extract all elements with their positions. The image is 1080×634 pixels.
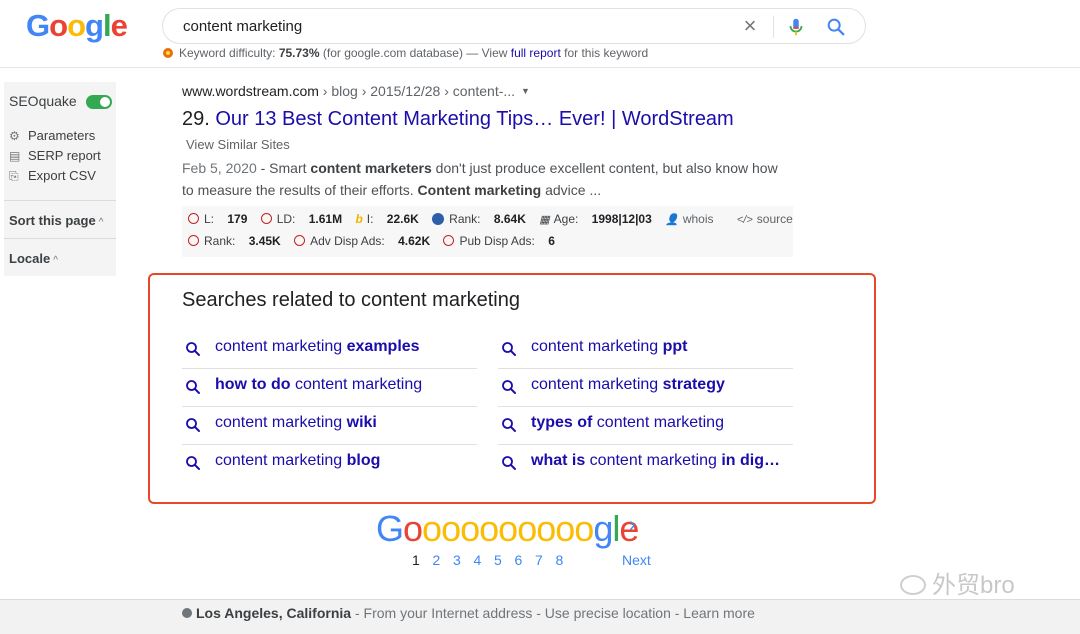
search-divider	[773, 16, 774, 38]
bing-icon: b	[355, 212, 363, 226]
chevron-up-icon: ^	[98, 217, 104, 228]
pagination-logo: Goooooooooogle	[376, 508, 639, 549]
google-circle-icon	[443, 235, 455, 246]
sidebar-divider	[4, 200, 116, 201]
result-url[interactable]: www.wordstream.com › blog › 2015/12/28 ›…	[182, 83, 530, 99]
footer: Los Angeles, California - From your Inte…	[0, 599, 1080, 634]
seoquake-toggle[interactable]	[86, 95, 112, 109]
search-box[interactable]: content marketing ×	[162, 8, 866, 44]
metric-adv-disp-ads[interactable]: Adv Disp Ads: 4.62K	[294, 234, 430, 248]
metric-ld[interactable]: LD: 1.61M	[260, 212, 342, 226]
google-circle-icon	[260, 213, 272, 224]
page-1: 1	[412, 552, 420, 568]
google-circle-icon	[294, 235, 306, 246]
search-icon	[502, 380, 516, 394]
semrush-icon	[432, 213, 445, 225]
related-search-item[interactable]: content marketing wiki	[182, 407, 477, 445]
whois-link[interactable]: 👤 whois	[665, 212, 723, 226]
related-search-item[interactable]: content marketing examples	[182, 331, 477, 369]
table-icon: ▤	[9, 149, 21, 163]
keyword-difficulty-line: Keyword difficulty: 75.73% (for google.c…	[162, 46, 648, 60]
locale-toggle[interactable]: Locale ^	[9, 251, 58, 266]
related-search-item[interactable]: content marketing ppt	[498, 331, 793, 369]
location-name: Los Angeles, California	[196, 605, 352, 621]
full-report-link[interactable]: full report	[511, 46, 561, 60]
related-searches-box: Searches related to content marketing co…	[148, 273, 876, 504]
related-search-item[interactable]: content marketing strategy	[498, 369, 793, 407]
metrics-row: L: 179 LD: 1.61M b I: 22.6K Rank: 8.64K ▦…	[188, 212, 813, 226]
search-icon	[186, 456, 200, 470]
location-line: Los Angeles, California - From your Inte…	[182, 605, 755, 621]
page-3[interactable]: 3	[453, 552, 474, 568]
result-title-link[interactable]: Our 13 Best Content Marketing Tips… Ever…	[215, 108, 733, 130]
page-8[interactable]: 8	[556, 552, 577, 568]
page-4[interactable]: 4	[474, 552, 495, 568]
chevron-right-icon[interactable]: ›	[629, 514, 636, 537]
metric-rank[interactable]: Rank: 8.64K	[432, 212, 526, 226]
chevron-up-icon: ^	[53, 255, 58, 266]
result-number: 29.	[182, 108, 216, 130]
google-circle-icon	[188, 235, 199, 246]
person-icon: 👤	[665, 214, 679, 226]
search-icon	[502, 456, 516, 470]
seoquake-icon	[163, 48, 173, 58]
gear-icon: ⚙	[9, 129, 20, 143]
sort-this-page-toggle[interactable]: Sort this page ^	[9, 213, 103, 228]
clear-icon[interactable]: ×	[739, 15, 761, 37]
search-input[interactable]: content marketing	[183, 18, 302, 35]
page-numbers: 12345678	[412, 552, 576, 568]
google-circle-icon	[188, 213, 199, 224]
metric-semrush-rank[interactable]: Rank: 3.45K	[188, 234, 281, 248]
seoquake-sidebar: SEOquake ⚙ Parameters ▤ SERP report ⎘ Expor…	[4, 82, 116, 276]
search-icon	[186, 418, 200, 432]
google-logo[interactable]: Google	[26, 8, 128, 44]
search-icon	[186, 380, 200, 394]
search-icon[interactable]	[825, 16, 847, 38]
page-7[interactable]: 7	[535, 552, 556, 568]
view-similar-sites-link[interactable]: View Similar Sites	[186, 137, 290, 152]
caret-down-icon[interactable]: ▼	[521, 86, 530, 96]
metric-age[interactable]: ▦ Age: 1998|12|03	[539, 212, 652, 226]
next-page-link[interactable]: Next	[622, 552, 651, 568]
page-5[interactable]: 5	[494, 552, 515, 568]
related-search-item[interactable]: types of content marketing	[498, 407, 793, 445]
metric-pub-disp-ads[interactable]: Pub Disp Ads: 6	[443, 234, 555, 248]
sidebar-item-parameters[interactable]: ⚙ Parameters	[9, 128, 95, 143]
related-search-item[interactable]: content marketing blog	[182, 445, 477, 483]
seoquake-metrics-bar: L: 179 LD: 1.61M b I: 22.6K Rank: 8.64K ▦…	[182, 206, 793, 257]
export-icon: ⎘	[9, 169, 19, 183]
seoquake-title: SEOquake	[9, 93, 77, 109]
result-title[interactable]: 29. Our 13 Best Content Marketing Tips… …	[182, 108, 734, 131]
source-link[interactable]: </> source	[737, 212, 803, 226]
related-search-item[interactable]: what is content marketing in dig…	[498, 445, 793, 483]
sidebar-item-export-csv[interactable]: ⎘ Export CSV	[9, 168, 96, 184]
metrics-row: Rank: 3.45K Adv Disp Ads: 4.62K Pub Disp…	[188, 234, 565, 248]
keyword-difficulty-value: 75.73%	[278, 46, 320, 60]
search-icon	[186, 342, 200, 356]
related-searches-title: Searches related to content marketing	[182, 289, 520, 311]
related-search-item[interactable]: how to do content marketing	[182, 369, 477, 407]
sidebar-divider	[4, 238, 116, 239]
search-icon	[502, 418, 516, 432]
calendar-icon: ▦	[539, 214, 550, 226]
metric-i[interactable]: b I: 22.6K	[355, 212, 418, 226]
microphone-icon[interactable]	[785, 16, 807, 38]
result-snippet: Feb 5, 2020 - Smart content marketers do…	[182, 160, 778, 198]
metric-l[interactable]: L: 179	[188, 212, 247, 226]
page-6[interactable]: 6	[515, 552, 536, 568]
top-header: Google content marketing × Keyword diffi…	[0, 0, 1080, 68]
watermark: 外贸bro	[900, 565, 1015, 600]
page-2[interactable]: 2	[433, 552, 454, 568]
location-dot-icon	[182, 608, 192, 618]
wechat-icon	[900, 575, 926, 595]
search-icon	[502, 342, 516, 356]
sidebar-item-serp-report[interactable]: ▤ SERP report	[9, 148, 101, 163]
code-icon: </>	[736, 214, 753, 226]
